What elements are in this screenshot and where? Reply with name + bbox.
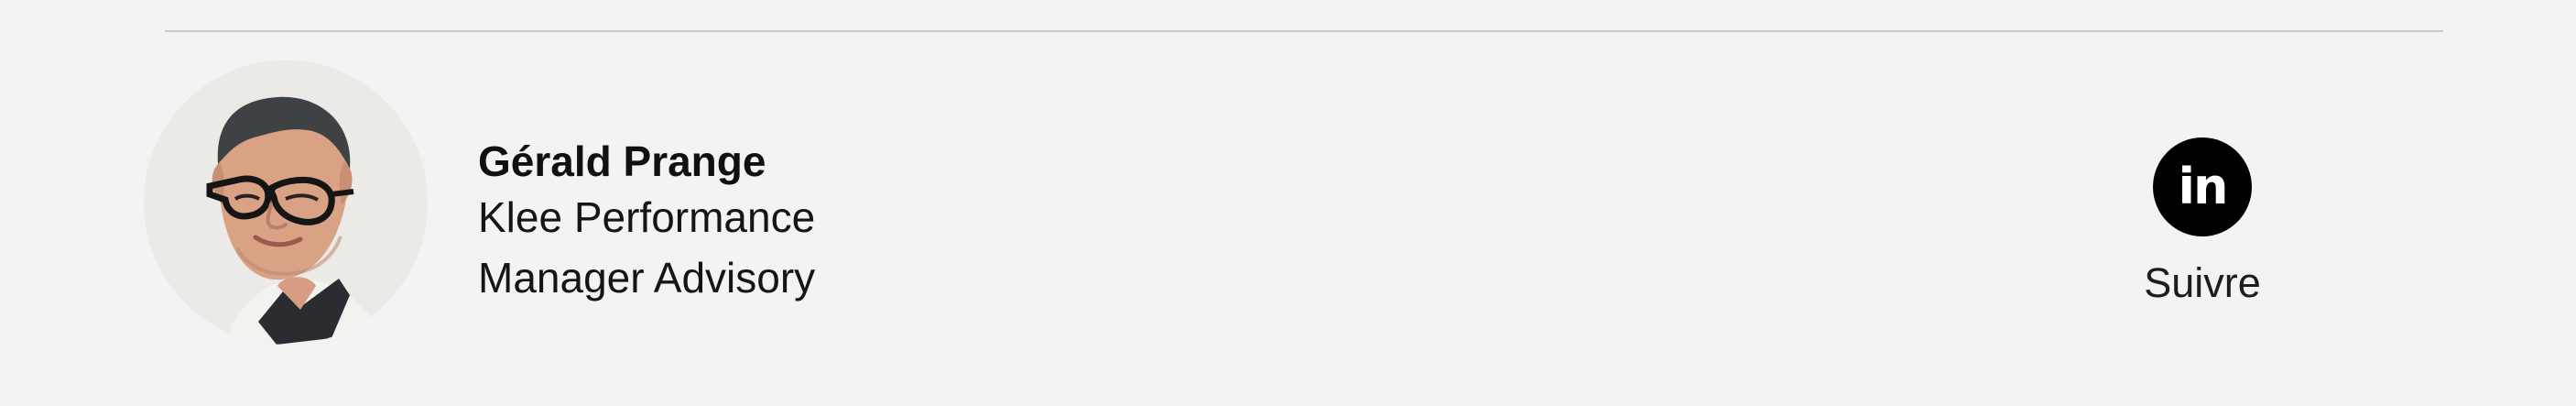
author-avatar bbox=[144, 60, 428, 345]
linkedin-follow-button[interactable]: in Suivre bbox=[2070, 121, 2335, 319]
author-info: Gérald Prange Klee Performance Manager A… bbox=[478, 136, 1302, 308]
follow-label[interactable]: Suivre bbox=[2144, 258, 2261, 308]
linkedin-icon[interactable]: in bbox=[2153, 137, 2252, 236]
author-role: Manager Advisory bbox=[478, 254, 816, 302]
author-name: Gérald Prange bbox=[478, 137, 766, 185]
author-company: Klee Performance bbox=[478, 193, 816, 241]
top-divider bbox=[165, 30, 2443, 32]
author-card: Gérald Prange Klee Performance Manager A… bbox=[0, 0, 2576, 406]
